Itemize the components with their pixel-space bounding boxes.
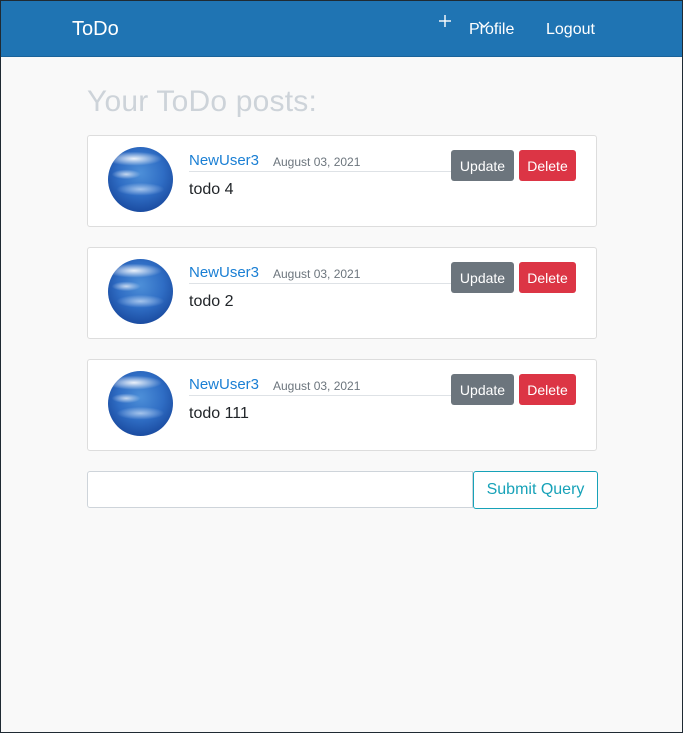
avatar — [108, 147, 173, 212]
delete-button[interactable]: Delete — [519, 374, 576, 405]
brand-link[interactable]: ToDo — [72, 18, 119, 41]
update-button[interactable]: Update — [451, 150, 514, 181]
post-card: NewUser3 August 03, 2021 todo 2 Update D… — [87, 247, 597, 339]
nav-logout-link[interactable]: Logout — [546, 21, 595, 39]
update-button[interactable]: Update — [451, 262, 514, 293]
post-content: todo 111 — [189, 405, 249, 422]
post-card: NewUser3 August 03, 2021 todo 111 Update… — [87, 359, 597, 451]
update-button[interactable]: Update — [451, 374, 514, 405]
author-link[interactable]: NewUser3 — [189, 264, 259, 281]
post-card: NewUser3 August 03, 2021 todo 4 Update D… — [87, 135, 597, 227]
post-meta: NewUser3 August 03, 2021 — [189, 263, 451, 284]
post-content: todo 2 — [189, 293, 234, 310]
nav-profile-link[interactable]: Profile — [469, 21, 514, 39]
author-link[interactable]: NewUser3 — [189, 376, 259, 393]
post-date: August 03, 2021 — [273, 267, 361, 281]
browser-viewport: ToDo Profile Logout Your ToDo posts: New… — [0, 0, 683, 733]
post-meta: NewUser3 August 03, 2021 — [189, 375, 451, 396]
plus-icon[interactable] — [437, 13, 453, 29]
post-date: August 03, 2021 — [273, 379, 361, 393]
navbar: ToDo Profile Logout — [1, 1, 682, 57]
avatar — [108, 371, 173, 436]
query-input[interactable] — [87, 471, 473, 508]
post-date: August 03, 2021 — [273, 155, 361, 169]
submit-query-button[interactable]: Submit Query — [473, 471, 598, 509]
page-title: Your ToDo posts: — [87, 85, 318, 118]
delete-button[interactable]: Delete — [519, 150, 576, 181]
avatar — [108, 259, 173, 324]
author-link[interactable]: NewUser3 — [189, 152, 259, 169]
delete-button[interactable]: Delete — [519, 262, 576, 293]
post-meta: NewUser3 August 03, 2021 — [189, 151, 451, 172]
post-content: todo 4 — [189, 181, 234, 198]
